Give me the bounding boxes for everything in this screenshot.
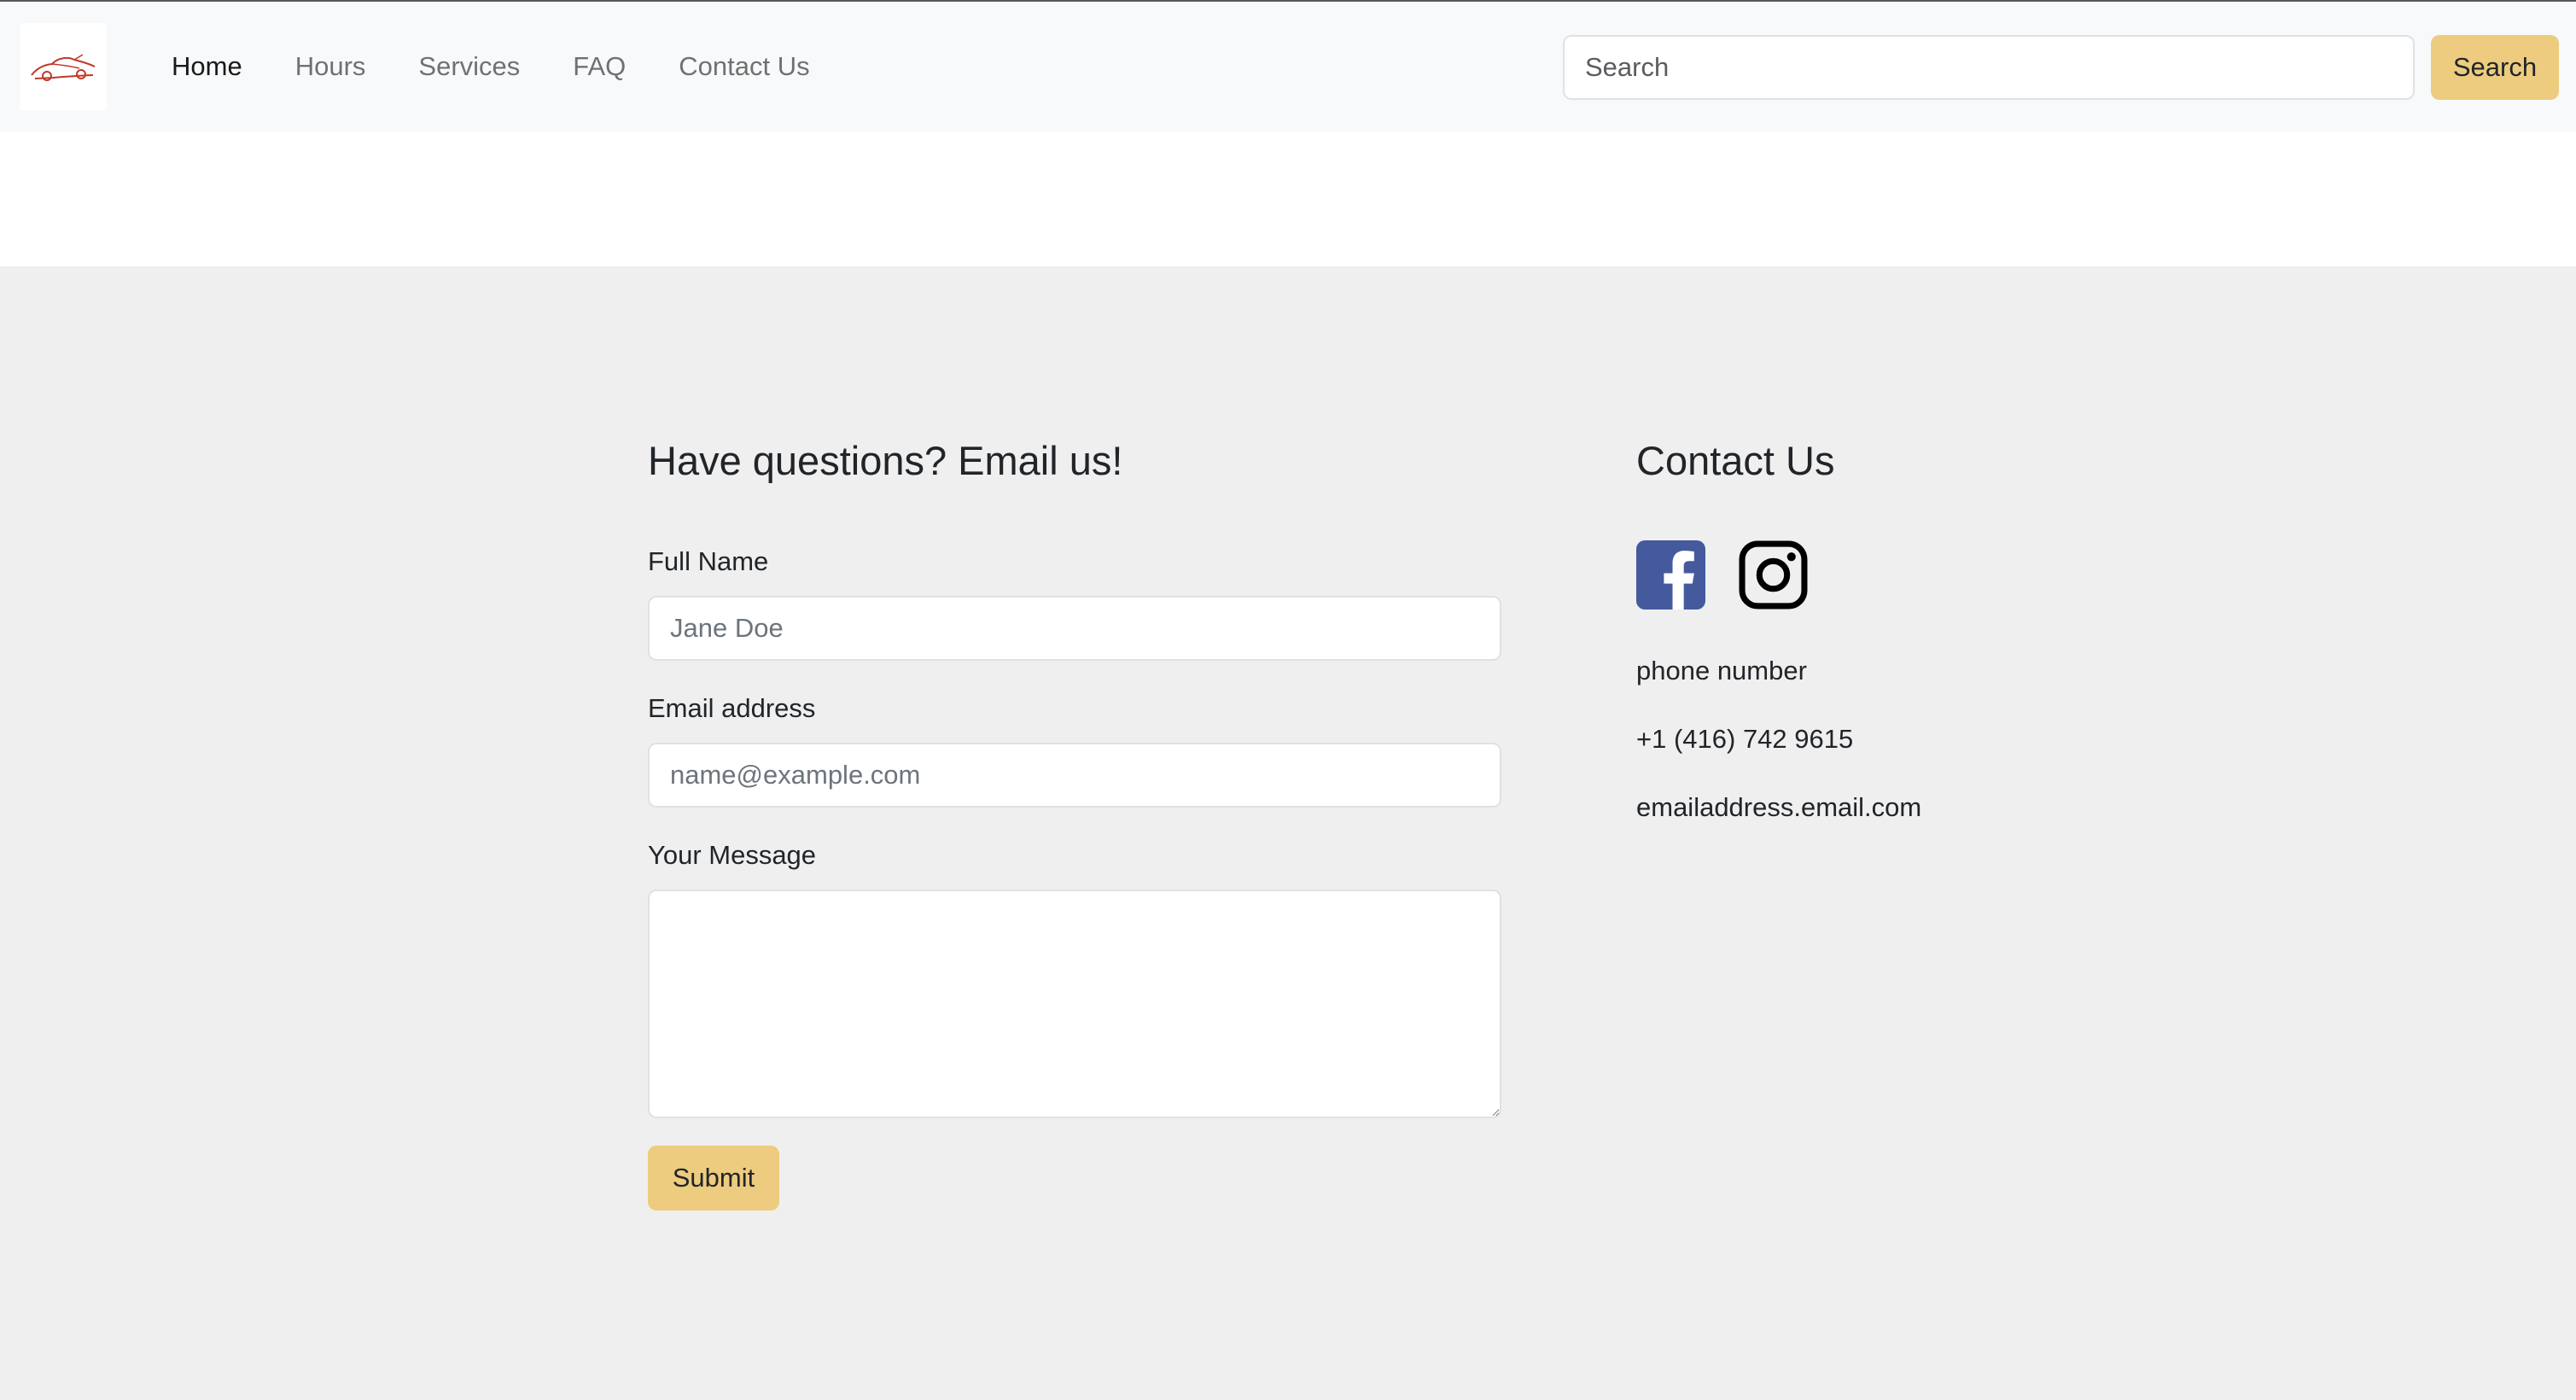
nav-link-home[interactable]: Home xyxy=(145,2,269,131)
email-address: emailaddress.email.com xyxy=(1636,792,1922,822)
hero-band xyxy=(0,131,2576,266)
search-input[interactable] xyxy=(1563,35,2415,100)
phone-number: +1 (416) 742 9615 xyxy=(1636,724,1854,754)
phone-label: phone number xyxy=(1636,656,1807,685)
logo[interactable] xyxy=(20,23,107,110)
nav-link-faq[interactable]: FAQ xyxy=(546,2,652,131)
contact-section: Contact Us phone number +1 (416) 742 961… xyxy=(1636,427,2234,822)
full-name-label: Full Name xyxy=(648,546,769,576)
instagram-icon[interactable] xyxy=(1739,540,1808,610)
contact-title: Contact Us xyxy=(1636,438,1835,483)
message-textarea[interactable] xyxy=(648,890,1501,1118)
email-field[interactable] xyxy=(648,743,1501,808)
search-button[interactable]: Search xyxy=(2431,35,2559,100)
form-title: Have questions? Email us! xyxy=(648,438,1123,483)
nav-link-services[interactable]: Services xyxy=(392,2,546,131)
navbar: Home Hours Services FAQ Contact Us Searc… xyxy=(0,2,2576,131)
nav-link-hours[interactable]: Hours xyxy=(269,2,393,131)
social-links xyxy=(1636,540,1808,610)
submit-button[interactable]: Submit xyxy=(648,1146,779,1210)
full-name-field[interactable] xyxy=(648,596,1501,661)
nav-link-contact-us[interactable]: Contact Us xyxy=(652,2,836,131)
facebook-icon[interactable] xyxy=(1636,540,1705,610)
nav-links: Home Hours Services FAQ Contact Us xyxy=(145,2,836,131)
message-label: Your Message xyxy=(648,840,817,870)
car-logo-icon xyxy=(31,54,96,81)
email-form: Have questions? Email us! Full Name Emai… xyxy=(648,427,1501,1210)
email-label: Email address xyxy=(648,693,816,723)
